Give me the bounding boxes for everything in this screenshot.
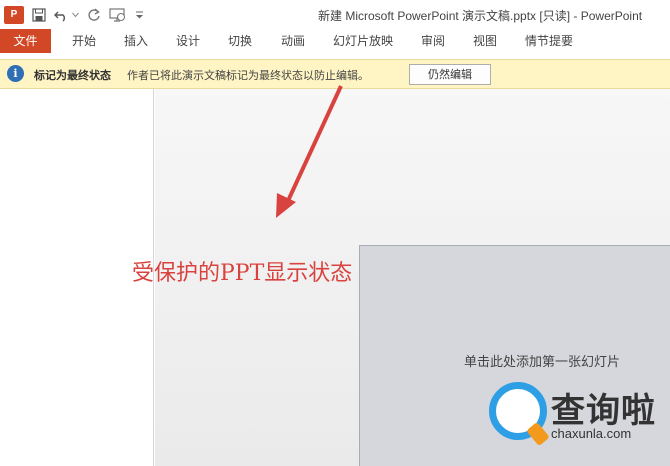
save-button[interactable] — [32, 5, 46, 25]
tab-view[interactable]: 视图 — [473, 29, 497, 53]
tab-review[interactable]: 审阅 — [421, 29, 445, 53]
watermark-brand: 查询啦 — [551, 391, 656, 431]
edit-anyway-button[interactable]: 仍然编辑 — [409, 64, 491, 85]
slideshow-button[interactable] — [109, 5, 127, 25]
message-bar-title: 标记为最终状态 — [34, 69, 111, 82]
marked-as-final-bar: i 标记为最终状态 作者已将此演示文稿标记为最终状态以防止编辑。 仍然编辑 — [0, 59, 670, 89]
tab-insert[interactable]: 插入 — [124, 29, 148, 53]
chevron-down-icon — [72, 12, 79, 18]
customize-icon — [136, 11, 143, 19]
undo-button[interactable] — [54, 5, 79, 25]
slideshow-icon — [109, 8, 126, 22]
info-icon: i — [7, 65, 24, 82]
add-first-slide-placeholder[interactable]: 单击此处添加第一张幻灯片 — [464, 351, 620, 370]
tab-design[interactable]: 设计 — [176, 29, 200, 53]
message-bar-text: 作者已将此演示文稿标记为最终状态以防止编辑。 — [127, 69, 369, 82]
redo-icon — [88, 8, 100, 21]
tab-animations[interactable]: 动画 — [281, 29, 305, 53]
title-bar: P 新建 Microsoft PowerPoint 演示文稿.pptx [只读]… — [0, 0, 670, 29]
tab-transitions[interactable]: 切换 — [228, 29, 252, 53]
window-title: 新建 Microsoft PowerPoint 演示文稿.pptx [只读] -… — [318, 9, 643, 23]
powerpoint-app-icon[interactable]: P — [4, 5, 24, 25]
tab-storyboarding[interactable]: 情节提要 — [525, 29, 573, 53]
watermark-url: chaxunla.com — [551, 426, 632, 441]
annotation-text: 受保护的PPT显示状态 — [132, 261, 353, 286]
ribbon-tabs: 文件 开始 插入 设计 切换 动画 幻灯片放映 审阅 视图 情节提要 — [0, 29, 670, 53]
save-icon — [32, 8, 46, 22]
undo-icon — [54, 11, 65, 22]
tab-home[interactable]: 开始 — [72, 29, 96, 53]
redo-button[interactable] — [87, 5, 101, 25]
customize-quick-access-button[interactable] — [135, 5, 144, 25]
powerpoint-logo: P — [4, 6, 24, 24]
quick-access-toolbar: P — [4, 5, 152, 25]
tab-file[interactable]: 文件 — [0, 29, 51, 53]
slide-thumbnail-pane[interactable] — [0, 89, 154, 466]
tab-slideshow[interactable]: 幻灯片放映 — [333, 29, 393, 53]
